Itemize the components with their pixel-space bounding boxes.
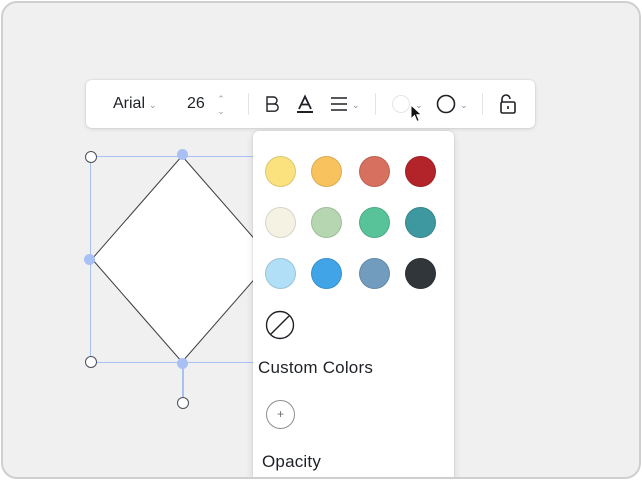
lock-button[interactable] (498, 92, 518, 116)
bold-button[interactable] (264, 92, 280, 116)
color-swatch-light-blue[interactable] (265, 258, 296, 289)
font-family-value: Arial (113, 95, 146, 112)
bold-icon (266, 96, 279, 112)
align-button[interactable]: ⌄ (329, 92, 360, 116)
color-swatch-cream[interactable] (265, 207, 296, 238)
fill-color-icon (392, 95, 410, 113)
rotation-stem (182, 364, 184, 399)
chevron-down-icon: ⌄ (460, 99, 468, 110)
resize-handle-top-left[interactable] (85, 151, 97, 163)
mouse-cursor-icon (410, 104, 423, 123)
font-family-select[interactable]: Arial ⌄ (113, 94, 157, 114)
opacity-label: Opacity (262, 452, 322, 471)
color-swatch-red[interactable] (405, 156, 436, 187)
color-swatch-light-yellow[interactable] (265, 156, 296, 187)
stroke-button[interactable]: ⌄ (435, 92, 468, 116)
no-fill-icon[interactable] (265, 310, 295, 340)
chevron-down-icon: ⌄ (149, 99, 157, 110)
color-swatch-sage[interactable] (311, 207, 342, 238)
rotate-handle[interactable] (177, 397, 189, 409)
stroke-icon (436, 94, 456, 114)
add-custom-color-button[interactable]: + (266, 400, 295, 429)
connection-point-top[interactable] (177, 149, 188, 160)
toolbar-divider (248, 93, 249, 115)
color-picker-panel: Custom Colors + Opacity (253, 131, 454, 477)
align-icon (331, 97, 347, 111)
chevron-up-icon[interactable]: ⌃ (216, 93, 226, 105)
color-swatch-charcoal[interactable] (405, 258, 436, 289)
color-swatch-salmon[interactable] (359, 156, 390, 187)
color-swatch-teal[interactable] (405, 207, 436, 238)
toolbar-divider (482, 93, 483, 115)
text-color-button[interactable] (295, 92, 315, 116)
toolbar-divider (375, 93, 376, 115)
format-toolbar: Arial ⌄ 26 ⌃ ⌄ ⌄ ⌄ ⌄ (86, 80, 535, 128)
font-size-input[interactable]: 26 (187, 94, 205, 114)
resize-handle-bottom-left[interactable] (85, 356, 97, 368)
connection-point-bottom[interactable] (177, 358, 188, 369)
connection-point-left[interactable] (84, 254, 95, 265)
color-swatch-orange[interactable] (311, 156, 342, 187)
font-size-stepper[interactable]: ⌃ ⌄ (216, 93, 226, 117)
chevron-down-icon[interactable]: ⌄ (216, 105, 226, 117)
color-swatch-slate-blue[interactable] (359, 258, 390, 289)
color-swatch-blue[interactable] (311, 258, 342, 289)
chevron-down-icon: ⌄ (352, 99, 360, 110)
lock-icon (500, 94, 516, 114)
color-swatch-green[interactable] (359, 207, 390, 238)
app-window: Arial ⌄ 26 ⌃ ⌄ ⌄ ⌄ ⌄ Custom Colors + Opa… (1, 1, 641, 479)
text-color-icon (297, 94, 313, 113)
custom-colors-label: Custom Colors (258, 358, 374, 377)
